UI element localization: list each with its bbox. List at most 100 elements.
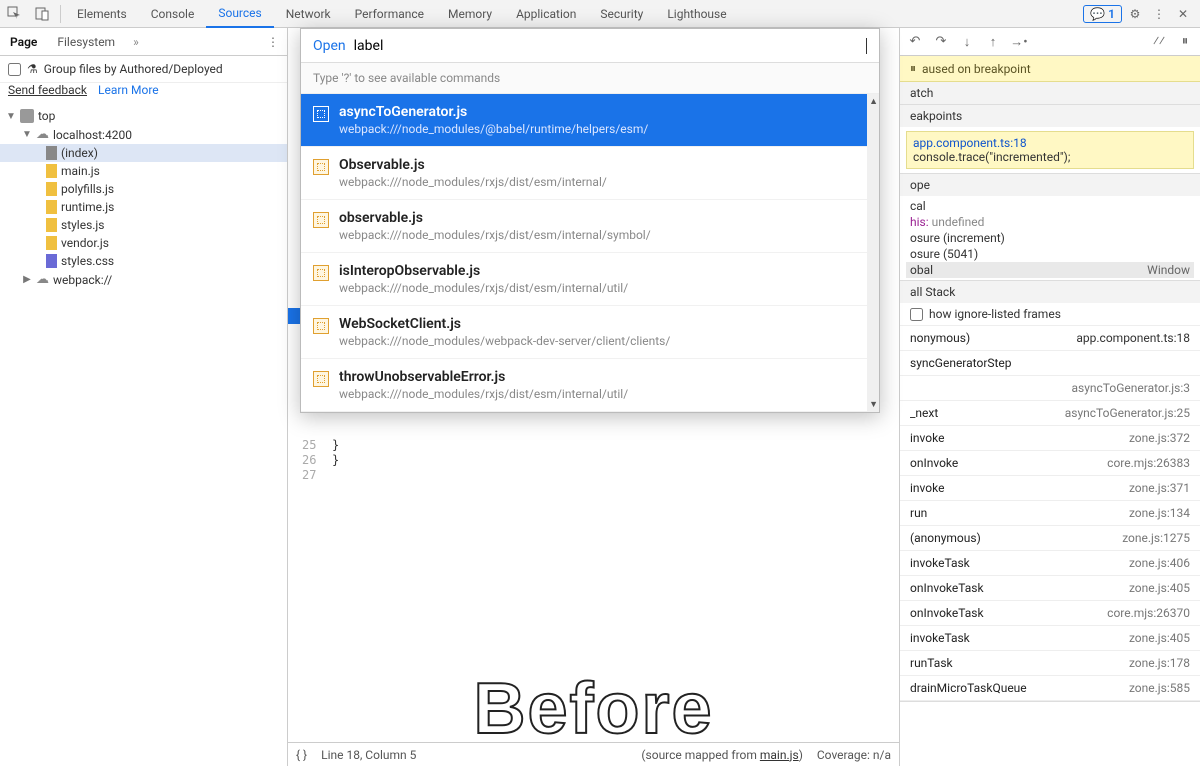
stack-frame[interactable]: runzone.js:134 — [900, 501, 1200, 526]
stack-frame[interactable]: invokezone.js:371 — [900, 476, 1200, 501]
file-icon — [46, 146, 57, 160]
tab-elements[interactable]: Elements — [65, 0, 139, 28]
pretty-print-icon[interactable]: { } — [296, 748, 307, 762]
scroll-up-icon[interactable]: ▲ — [869, 96, 878, 107]
stack-frame[interactable]: nonymous)app.component.ts:18 — [900, 326, 1200, 351]
stack-frame[interactable]: onInvokeTaskzone.js:405 — [900, 576, 1200, 601]
paused-text: aused on breakpoint — [922, 62, 1031, 76]
tab-sources[interactable]: Sources — [206, 0, 273, 28]
open-file-hint: Type '?' to see available commands — [301, 63, 879, 94]
tree-file-main[interactable]: main.js — [0, 162, 287, 180]
main-layout: Page Filesystem » ⋮ ⚗ Group files by Aut… — [0, 28, 1200, 766]
result-row[interactable]: throwUnobservableError.js webpack:///nod… — [301, 359, 879, 412]
result-path: webpack:///node_modules/rxjs/dist/esm/in… — [339, 387, 628, 401]
tree-host[interactable]: ▼localhost:4200 — [0, 125, 287, 144]
stack-frame[interactable]: invokeTaskzone.js:405 — [900, 626, 1200, 651]
tab-performance[interactable]: Performance — [343, 0, 436, 28]
stack-frame[interactable]: runTaskzone.js:178 — [900, 651, 1200, 676]
frame-location: zone.js:134 — [1129, 506, 1190, 520]
pause-exceptions-icon[interactable]: ⏸ — [1176, 33, 1194, 51]
stack-frame[interactable]: onInvokeTaskcore.mjs:26370 — [900, 601, 1200, 626]
ignore-listed-label: how ignore-listed frames — [929, 307, 1061, 321]
tree-file-runtime[interactable]: runtime.js — [0, 198, 287, 216]
feedback-row: Send feedback Learn More — [0, 83, 287, 103]
tree-file-vendor[interactable]: vendor.js — [0, 234, 287, 252]
frame-location: zone.js:1275 — [1122, 531, 1190, 545]
section-header[interactable]: eakpoints — [900, 105, 1200, 127]
stack-frame[interactable]: invokeTaskzone.js:406 — [900, 551, 1200, 576]
group-files-checkbox[interactable] — [8, 63, 21, 76]
result-row[interactable]: WebSocketClient.js webpack:///node_modul… — [301, 306, 879, 359]
tree-top[interactable]: ▼top — [0, 107, 287, 125]
frame-icon — [20, 109, 34, 123]
send-feedback-link[interactable]: Send feedback — [8, 83, 87, 97]
breakpoint-location[interactable]: app.component.ts:18 — [913, 136, 1187, 150]
tree-file-index[interactable]: (index) — [0, 144, 287, 162]
open-file-input[interactable] — [354, 38, 867, 54]
tree-label: polyfills.js — [61, 182, 114, 196]
resume-icon[interactable]: ↶ — [906, 33, 924, 51]
step-into-icon[interactable]: ↓ — [958, 33, 976, 51]
tree-webpack[interactable]: ▶webpack:// — [0, 270, 287, 289]
result-row[interactable]: Observable.js webpack:///node_modules/rx… — [301, 147, 879, 200]
inspect-icon[interactable] — [0, 0, 28, 28]
scope-closure-1[interactable]: osure (increment) — [906, 230, 1194, 246]
tab-filesystem[interactable]: Filesystem — [47, 28, 125, 56]
tree-file-styles-js[interactable]: styles.js — [0, 216, 287, 234]
result-row[interactable]: isInteropObservable.js webpack:///node_m… — [301, 253, 879, 306]
frame-function: invokeTask — [910, 556, 970, 570]
result-row[interactable]: observable.js webpack:///node_modules/rx… — [301, 200, 879, 253]
open-file-header: Open — [301, 29, 879, 63]
stack-frame[interactable]: invokezone.js:372 — [900, 426, 1200, 451]
tree-file-polyfills[interactable]: polyfills.js — [0, 180, 287, 198]
tab-network[interactable]: Network — [274, 0, 343, 28]
learn-more-link[interactable]: Learn More — [98, 83, 159, 97]
scroll-down-icon[interactable]: ▼ — [869, 399, 878, 410]
tab-console[interactable]: Console — [139, 0, 207, 28]
stack-frame[interactable]: onInvokecore.mjs:26383 — [900, 451, 1200, 476]
code-editor[interactable]: 25 } 26 } 27 Before Open Type '?' to see… — [288, 28, 899, 742]
source-map-link[interactable]: main.js — [760, 748, 799, 762]
js-file-icon — [46, 218, 57, 232]
result-row[interactable]: asyncToGenerator.js webpack:///node_modu… — [301, 94, 879, 147]
debugger-toolbar: ↶ ↷ ↓ ↑ →• ⁄⁄ ⏸ — [900, 28, 1200, 56]
tab-lighthouse[interactable]: Lighthouse — [655, 0, 738, 28]
watch-section[interactable]: atch — [900, 82, 1200, 105]
ignore-listed-toggle[interactable]: how ignore-listed frames — [900, 303, 1200, 326]
overlay-watermark: Before — [473, 668, 713, 750]
more-tabs-icon[interactable]: » — [125, 35, 147, 49]
ignore-listed-checkbox[interactable] — [910, 308, 923, 321]
frame-function: drainMicroTaskQueue — [910, 681, 1027, 695]
section-header[interactable]: atch — [900, 82, 1200, 104]
scope-closure-2[interactable]: osure (5041) — [906, 246, 1194, 262]
section-header[interactable]: all Stack — [900, 281, 1200, 303]
scope-this[interactable]: his: undefined — [906, 214, 1194, 230]
step-icon[interactable]: →• — [1010, 33, 1028, 51]
paused-banner: ⏸ aused on breakpoint — [900, 56, 1200, 82]
breakpoint-entry[interactable]: app.component.ts:18 console.trace("incre… — [906, 131, 1194, 169]
stack-frame[interactable]: (anonymous)zone.js:1275 — [900, 526, 1200, 551]
tab-memory[interactable]: Memory — [436, 0, 504, 28]
tab-page[interactable]: Page — [0, 28, 47, 56]
tab-security[interactable]: Security — [588, 0, 655, 28]
step-out-icon[interactable]: ↑ — [984, 33, 1002, 51]
scrollbar[interactable]: ▲ ▼ — [867, 94, 879, 412]
scope-local[interactable]: cal — [906, 198, 1194, 214]
device-toggle-icon[interactable] — [28, 0, 56, 28]
stack-frame[interactable]: _nextasyncToGenerator.js:25 — [900, 401, 1200, 426]
tab-application[interactable]: Application — [504, 0, 588, 28]
close-icon[interactable]: ✕ — [1172, 3, 1194, 25]
settings-icon[interactable]: ⚙ — [1124, 3, 1146, 25]
navigator-menu-icon[interactable]: ⋮ — [259, 35, 287, 49]
stack-frame[interactable]: asyncToGenerator.js:3 — [900, 376, 1200, 401]
cloud-icon — [36, 127, 49, 142]
more-icon[interactable]: ⋮ — [1148, 3, 1170, 25]
step-over-icon[interactable]: ↷ — [932, 33, 950, 51]
tree-file-styles-css[interactable]: styles.css — [0, 252, 287, 270]
stack-frame[interactable]: drainMicroTaskQueuezone.js:585 — [900, 676, 1200, 701]
messages-badge[interactable]: 💬 1 — [1083, 5, 1122, 23]
section-header[interactable]: ope — [900, 174, 1200, 196]
deactivate-breakpoints-icon[interactable]: ⁄⁄ — [1150, 33, 1168, 51]
scope-global[interactable]: obalWindow — [906, 262, 1194, 278]
stack-frame[interactable]: syncGeneratorStep — [900, 351, 1200, 376]
